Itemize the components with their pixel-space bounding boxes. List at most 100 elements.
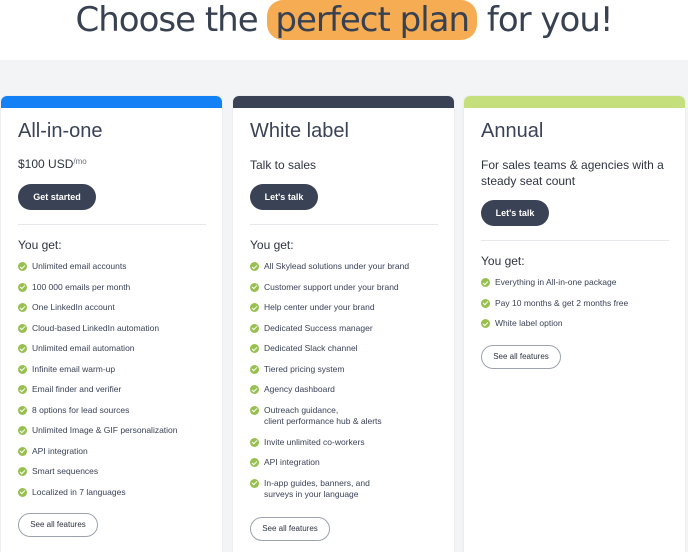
feature-item: Pay 10 months & get 2 months free: [481, 298, 679, 319]
divider: [18, 224, 206, 225]
feature-item: Localized in 7 languages: [18, 487, 216, 508]
feature-label: 8 options for lead sources: [32, 404, 130, 415]
feature-item: Unlimited Image & GIF personalization: [18, 425, 216, 446]
price-unit: /mo: [73, 157, 87, 166]
feature-label: 100 000 emails per month: [32, 281, 131, 292]
check-icon: [250, 323, 259, 333]
plan-price: $100 USD/mo: [18, 157, 87, 171]
feature-item: Agency dashboard: [250, 384, 448, 405]
feature-item: All Skylead solutions under your brand: [250, 261, 448, 282]
see-all-features-button[interactable]: See all features: [481, 345, 561, 369]
plan-name: All-in-one: [18, 120, 103, 142]
see-all-features-button[interactable]: See all features: [250, 517, 330, 541]
check-icon: [250, 344, 259, 353]
feature-label: Everything in All-in-one package: [495, 277, 617, 287]
feature-list: Everything in All-in-one package Pay 10 …: [481, 277, 679, 339]
feature-item: Dedicated Success manager: [250, 323, 448, 344]
feature-item: Email finder and verifier: [18, 384, 216, 405]
you-get-heading: You get:: [250, 238, 294, 252]
check-icon: [18, 426, 27, 435]
feature-label: Dedicated Success manager: [264, 322, 373, 333]
title-text: Choose the: [75, 0, 268, 40]
feature-item: 100 000 emails per month: [18, 282, 216, 303]
feature-label: Invite unlimited co-workers: [264, 436, 365, 447]
page-title: Choose the perfect plan for you!: [0, 0, 688, 44]
get-started-button[interactable]: Get started: [18, 184, 96, 210]
feature-label: Help center under your brand: [264, 302, 375, 312]
feature-label: Unlimited email automation: [32, 343, 135, 353]
feature-label: API integration: [264, 457, 320, 467]
plan-subtitle: For sales teams & agencies with a steady…: [481, 158, 664, 188]
feature-item: API integration: [250, 457, 448, 478]
you-get-heading: You get:: [18, 238, 62, 252]
feature-label: Agency dashboard: [264, 384, 335, 394]
feature-item: API integration: [18, 446, 216, 467]
feature-item: 8 options for lead sources: [18, 405, 216, 426]
feature-label: All Skylead solutions under your brand: [264, 261, 410, 271]
feature-label: Localized in 7 languages: [32, 486, 126, 497]
title-highlight: perfect plan: [267, 0, 478, 40]
feature-label: In-app guides, banners, and surveys in y…: [264, 477, 370, 499]
feature-label: Smart sequences: [32, 466, 99, 476]
plan-color-bar: [464, 96, 685, 108]
plan-card-all-in-one: All-in-one $100 USD/mo Get started You g…: [1, 96, 222, 552]
feature-item: Outreach guidance, client performance hu…: [250, 405, 448, 437]
divider: [481, 240, 669, 241]
plan-card-annual: Annual For sales teams & agencies with a…: [464, 96, 685, 552]
feature-label: Tiered pricing system: [264, 363, 345, 374]
feature-list: All Skylead solutions under your brand C…: [250, 261, 448, 510]
feature-item: Customer support under your brand: [250, 282, 448, 303]
check-icon: [250, 458, 259, 467]
feature-item: Everything in All-in-one package: [481, 277, 679, 298]
check-icon: [18, 303, 27, 312]
feature-label: Unlimited email accounts: [32, 261, 127, 271]
feature-item: Tiered pricing system: [250, 364, 448, 385]
feature-item: One LinkedIn account: [18, 302, 216, 323]
check-icon: [18, 344, 27, 353]
feature-label: White label option: [495, 318, 563, 328]
lets-talk-button[interactable]: Let's talk: [250, 184, 318, 210]
check-icon: [18, 282, 27, 292]
feature-label: Pay 10 months & get 2 months free: [495, 297, 629, 308]
see-all-features-button[interactable]: See all features: [18, 513, 98, 537]
plan-color-bar: [233, 96, 454, 108]
plan-card-white-label: White label Talk to sales Let's talk You…: [233, 96, 454, 552]
check-icon: [18, 467, 27, 476]
check-icon: [18, 405, 27, 415]
feature-label: API integration: [32, 445, 88, 456]
feature-label: Cloud-based LinkedIn automation: [32, 322, 160, 333]
feature-label: One LinkedIn account: [32, 302, 115, 312]
feature-label: Infinite email warm-up: [32, 363, 116, 374]
you-get-heading: You get:: [481, 254, 525, 268]
check-icon: [18, 262, 27, 271]
check-icon: [250, 437, 259, 447]
plan-name: Annual: [481, 120, 544, 142]
check-icon: [481, 278, 490, 287]
feature-item: In-app guides, banners, and surveys in y…: [250, 478, 448, 510]
plan-color-bar: [1, 96, 222, 108]
feature-item: Unlimited email accounts: [18, 261, 216, 282]
check-icon: [250, 478, 259, 488]
check-icon: [18, 364, 27, 374]
feature-label: Unlimited Image & GIF personalization: [32, 425, 178, 435]
feature-item: Cloud-based LinkedIn automation: [18, 323, 216, 344]
check-icon: [250, 385, 259, 394]
feature-item: White label option: [481, 318, 679, 339]
title-text-end: for you!: [477, 0, 614, 40]
feature-item: Unlimited email automation: [18, 343, 216, 364]
check-icon: [250, 262, 259, 271]
feature-item: Dedicated Slack channel: [250, 343, 448, 364]
feature-label: Email finder and verifier: [32, 384, 122, 394]
plan-subtitle: Talk to sales: [250, 158, 317, 172]
check-icon: [18, 446, 27, 456]
check-icon: [250, 282, 259, 292]
lets-talk-button[interactable]: Let's talk: [481, 200, 549, 226]
feature-item: Invite unlimited co-workers: [250, 437, 448, 458]
check-icon: [250, 364, 259, 374]
check-icon: [18, 487, 27, 497]
check-icon: [250, 405, 259, 415]
check-icon: [481, 319, 490, 328]
feature-label: Dedicated Slack channel: [264, 343, 358, 353]
check-icon: [250, 303, 259, 312]
check-icon: [481, 298, 490, 308]
